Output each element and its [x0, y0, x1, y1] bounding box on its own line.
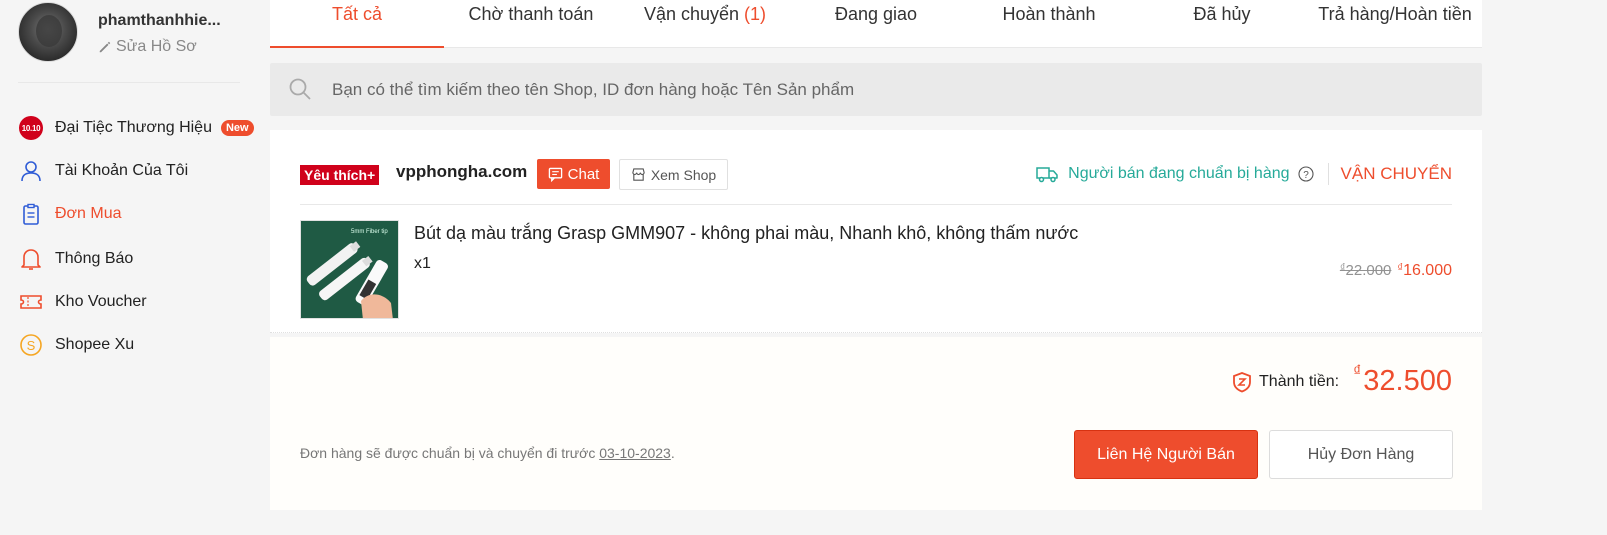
tab-all[interactable]: Tất cả [270, 0, 444, 48]
chat-icon [548, 167, 562, 182]
chat-button[interactable]: Chat [537, 159, 610, 189]
sidebar-item-label: Shopee Xu [55, 336, 135, 353]
sidebar-item-shopee-coins[interactable]: S Shopee Xu [18, 330, 134, 360]
svg-text:S: S [27, 338, 36, 353]
user-icon [18, 158, 44, 184]
product-price: ₫22.000 ₫16.000 [1340, 262, 1452, 280]
search-icon [289, 78, 311, 100]
sidebar-item-my-account[interactable]: Tài Khoản Của Tôi [18, 156, 188, 186]
view-shop-label: Xem Shop [650, 166, 717, 183]
view-shop-button[interactable]: Xem Shop [619, 159, 728, 190]
order-tabs: Tất cả Chờ thanh toán Vận chuyển (1) Đang… [270, 0, 1482, 48]
status-text: Người bán đang chuẩn bị hàng [1068, 165, 1290, 182]
shop-name[interactable]: vpphongha.com [396, 162, 527, 182]
cancel-order-button[interactable]: Hủy Đơn Hàng [1269, 430, 1453, 479]
tab-label: Vận chuyển [643, 4, 740, 24]
clipboard-icon [18, 201, 44, 227]
sale-price: ₫16.000 [1397, 262, 1452, 279]
product-thumbnail[interactable]: 5mm Fiber tip [300, 220, 399, 319]
status-label: VẬN CHUYỂN [1340, 164, 1452, 183]
pencil-icon [99, 41, 111, 53]
tab-label: Tất cả [331, 4, 383, 24]
shop-icon [632, 168, 645, 181]
sidebar-item-label: Đại Tiệc Thương Hiệu [55, 119, 212, 136]
favorite-plus-badge: Yêu thích+ [300, 165, 380, 185]
product-quantity: x1 [414, 255, 431, 272]
order-total: Thành tiền: ₫ 32.500 [1231, 363, 1452, 398]
truck-icon [1036, 167, 1058, 183]
tab-label: Trả hàng/Hoàn tiền [1318, 4, 1472, 24]
sidebar-item-purchases[interactable]: Đơn Mua [18, 199, 122, 229]
tab-label: Hoàn thành [1002, 4, 1096, 24]
sidebar-item-brand-festival[interactable]: 10.10 Đại Tiệc Thương Hiệu New [18, 113, 254, 143]
svg-text:5mm Fiber tip: 5mm Fiber tip [351, 229, 388, 235]
main-content: Tất cả Chờ thanh toán Vận chuyển (1) Đang… [270, 0, 1482, 535]
tab-to-ship[interactable]: Vận chuyển (1) [618, 0, 792, 48]
tab-label: Đã hủy [1193, 4, 1251, 24]
card-divider [300, 204, 1452, 205]
sidebar: phamthanhhie... Sửa Hồ Sơ 10.10 Đại Tiệc… [0, 0, 270, 535]
username[interactable]: phamthanhhie... [98, 12, 238, 30]
status-divider [1327, 163, 1329, 185]
voucher-icon [18, 289, 44, 315]
sidebar-divider [18, 82, 240, 83]
10-10-icon: 10.10 [18, 115, 44, 141]
order-card: Yêu thích+ vpphongha.com Chat Xem Shop N… [270, 130, 1482, 333]
sidebar-item-label: Kho Voucher [55, 293, 147, 310]
tab-label: Đang giao [834, 4, 918, 24]
svg-text:?: ? [1303, 170, 1309, 181]
search-input[interactable] [332, 63, 1462, 116]
product-name[interactable]: Bút dạ màu trắng Grasp GMM907 - không ph… [414, 223, 1078, 244]
shop-header: Yêu thích+ vpphongha.com Chat Xem Shop N… [300, 158, 1452, 190]
tab-count: (1) [744, 4, 767, 24]
help-icon[interactable]: ? [1297, 166, 1314, 182]
order-summary: Thành tiền: ₫ 32.500 Đơn hàng sẽ được chu… [270, 337, 1482, 510]
chat-label: Chat [567, 165, 600, 183]
shipping-note: Đơn hàng sẽ được chuẩn bị và chuyển đi t… [300, 445, 675, 461]
product-row[interactable]: 5mm Fiber tip Bút dạ màu trắng Grasp GMM… [300, 220, 1452, 320]
coin-icon: S [18, 332, 44, 358]
sidebar-item-label: Thông Báo [55, 250, 134, 267]
edit-profile-label: Sửa Hồ Sơ [116, 38, 197, 55]
original-price: ₫22.000 [1339, 262, 1392, 279]
shield-icon [1233, 371, 1251, 392]
sidebar-item-voucher[interactable]: Kho Voucher [18, 287, 147, 317]
tab-return-refund[interactable]: Trả hàng/Hoàn tiền [1308, 0, 1482, 48]
order-status: Người bán đang chuẩn bị hàng ? VẬN CHUYỂ… [1036, 162, 1452, 186]
new-badge: New [220, 120, 254, 136]
sidebar-item-label: Đơn Mua [55, 205, 122, 222]
avatar[interactable] [18, 2, 78, 62]
total-label: Thành tiền: [1259, 372, 1340, 390]
sidebar-item-label: Tài Khoản Của Tôi [55, 162, 189, 179]
ship-by-date: 03-10-2023 [599, 445, 671, 461]
sidebar-item-notifications[interactable]: Thông Báo [18, 244, 133, 274]
edit-profile-link[interactable]: Sửa Hồ Sơ [98, 38, 197, 56]
profile-block: phamthanhhie... Sửa Hồ Sơ [18, 2, 268, 64]
tab-to-receive[interactable]: Đang giao [789, 0, 963, 48]
tab-completed[interactable]: Hoàn thành [962, 0, 1136, 48]
bell-icon [18, 246, 44, 272]
total-amount: ₫ 32.500 [1353, 363, 1452, 397]
tab-label: Chờ thanh toán [468, 4, 594, 24]
tab-cancelled[interactable]: Đã hủy [1135, 0, 1309, 48]
tab-to-pay[interactable]: Chờ thanh toán [444, 0, 618, 48]
contact-seller-button[interactable]: Liên Hệ Người Bán [1074, 430, 1258, 479]
order-search-bar [270, 63, 1482, 116]
